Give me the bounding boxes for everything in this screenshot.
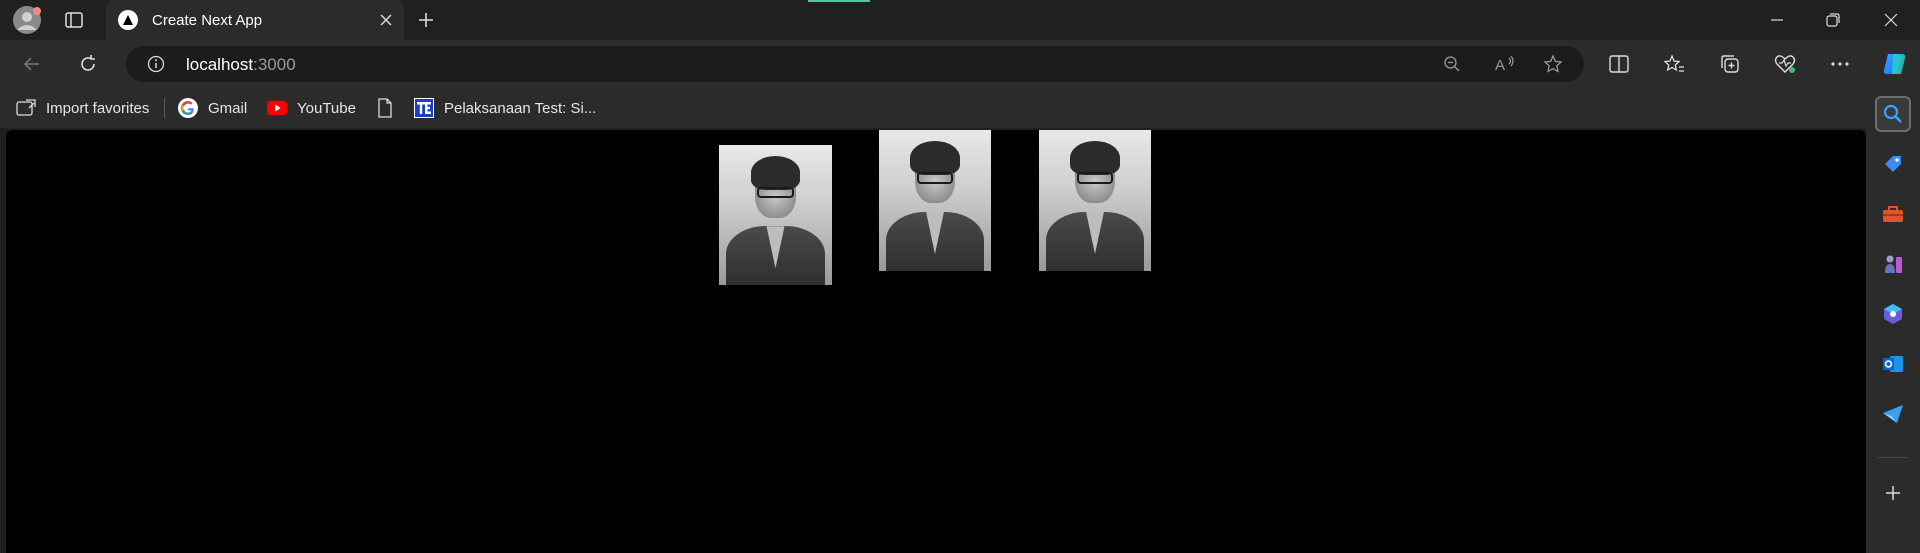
address-bar[interactable]: localhost:3000 A [126,46,1584,82]
split-screen-icon[interactable] [1607,52,1631,76]
sidebar-add-icon[interactable] [1875,475,1911,511]
bookmark-document[interactable] [375,96,405,120]
sidebar-outlook-icon[interactable] [1875,346,1911,382]
bookmark-import-favorites[interactable]: Import favorites [16,96,149,120]
site-info-icon[interactable] [146,54,166,74]
sidebar-games-icon[interactable] [1875,246,1911,282]
title-bar: Create Next App [0,0,1920,40]
new-tab-icon[interactable] [414,8,438,32]
bookmark-pelaksanaan-test[interactable]: Pelaksanaan Test: Si... [414,96,596,120]
bookmark-gmail[interactable]: Gmail [178,96,247,120]
tab-active[interactable]: Create Next App [106,0,404,40]
document-icon [375,98,395,118]
sidebar-send-icon[interactable] [1875,396,1911,432]
favorites-icon[interactable] [1662,52,1686,76]
edge-sidebar [1866,88,1920,553]
te-site-icon [414,98,434,118]
bookmark-label: Import favorites [46,99,150,117]
sidebar-copilot-icon[interactable] [1875,296,1911,332]
navigation-toolbar: localhost:3000 A [0,40,1920,88]
restore-icon[interactable] [1806,0,1860,40]
nextjs-icon [118,10,138,30]
collections-icon[interactable] [1718,52,1742,76]
browser-essentials-icon[interactable] [1773,52,1797,76]
sidebar-toolbox-icon[interactable] [1875,196,1911,232]
portrait-image-3 [1039,130,1151,271]
bookmark-divider [164,98,165,118]
read-aloud-icon[interactable]: A [1494,54,1516,74]
google-icon [178,98,198,118]
import-favorites-icon [16,98,36,118]
back-icon[interactable] [20,52,44,76]
zoom-out-icon[interactable] [1442,54,1462,74]
bookmark-label: Pelaksanaan Test: Si... [444,99,597,117]
tab-title: Create Next App [152,11,263,29]
refresh-icon[interactable] [76,52,100,76]
close-window-icon[interactable] [1864,0,1918,40]
favorite-star-icon[interactable] [1542,53,1564,75]
sidebar-shopping-tag-icon[interactable] [1875,146,1911,182]
url-text[interactable]: localhost:3000 [186,55,296,75]
bookmark-label: YouTube [297,99,356,117]
youtube-icon [267,98,287,118]
bookmark-label: Gmail [208,99,248,117]
bookmark-youtube[interactable]: YouTube [267,96,356,120]
portrait-image-2 [879,130,991,271]
bookmarks-bar: Import favorites Gmail YouTube Pelaksana… [0,88,1920,128]
accent-strip [808,0,870,2]
more-menu-icon[interactable] [1828,52,1852,76]
copilot-icon[interactable] [1878,48,1910,80]
sidebar-divider [1878,457,1908,458]
page-content [6,130,1866,553]
portrait-image-1 [719,145,832,285]
tab-actions-icon[interactable] [62,10,86,30]
minimize-icon[interactable] [1750,0,1804,40]
svg-text:A: A [1495,57,1505,73]
profile-avatar[interactable] [12,5,42,35]
close-tab-icon[interactable] [376,10,396,30]
sidebar-search-icon[interactable] [1875,96,1911,132]
